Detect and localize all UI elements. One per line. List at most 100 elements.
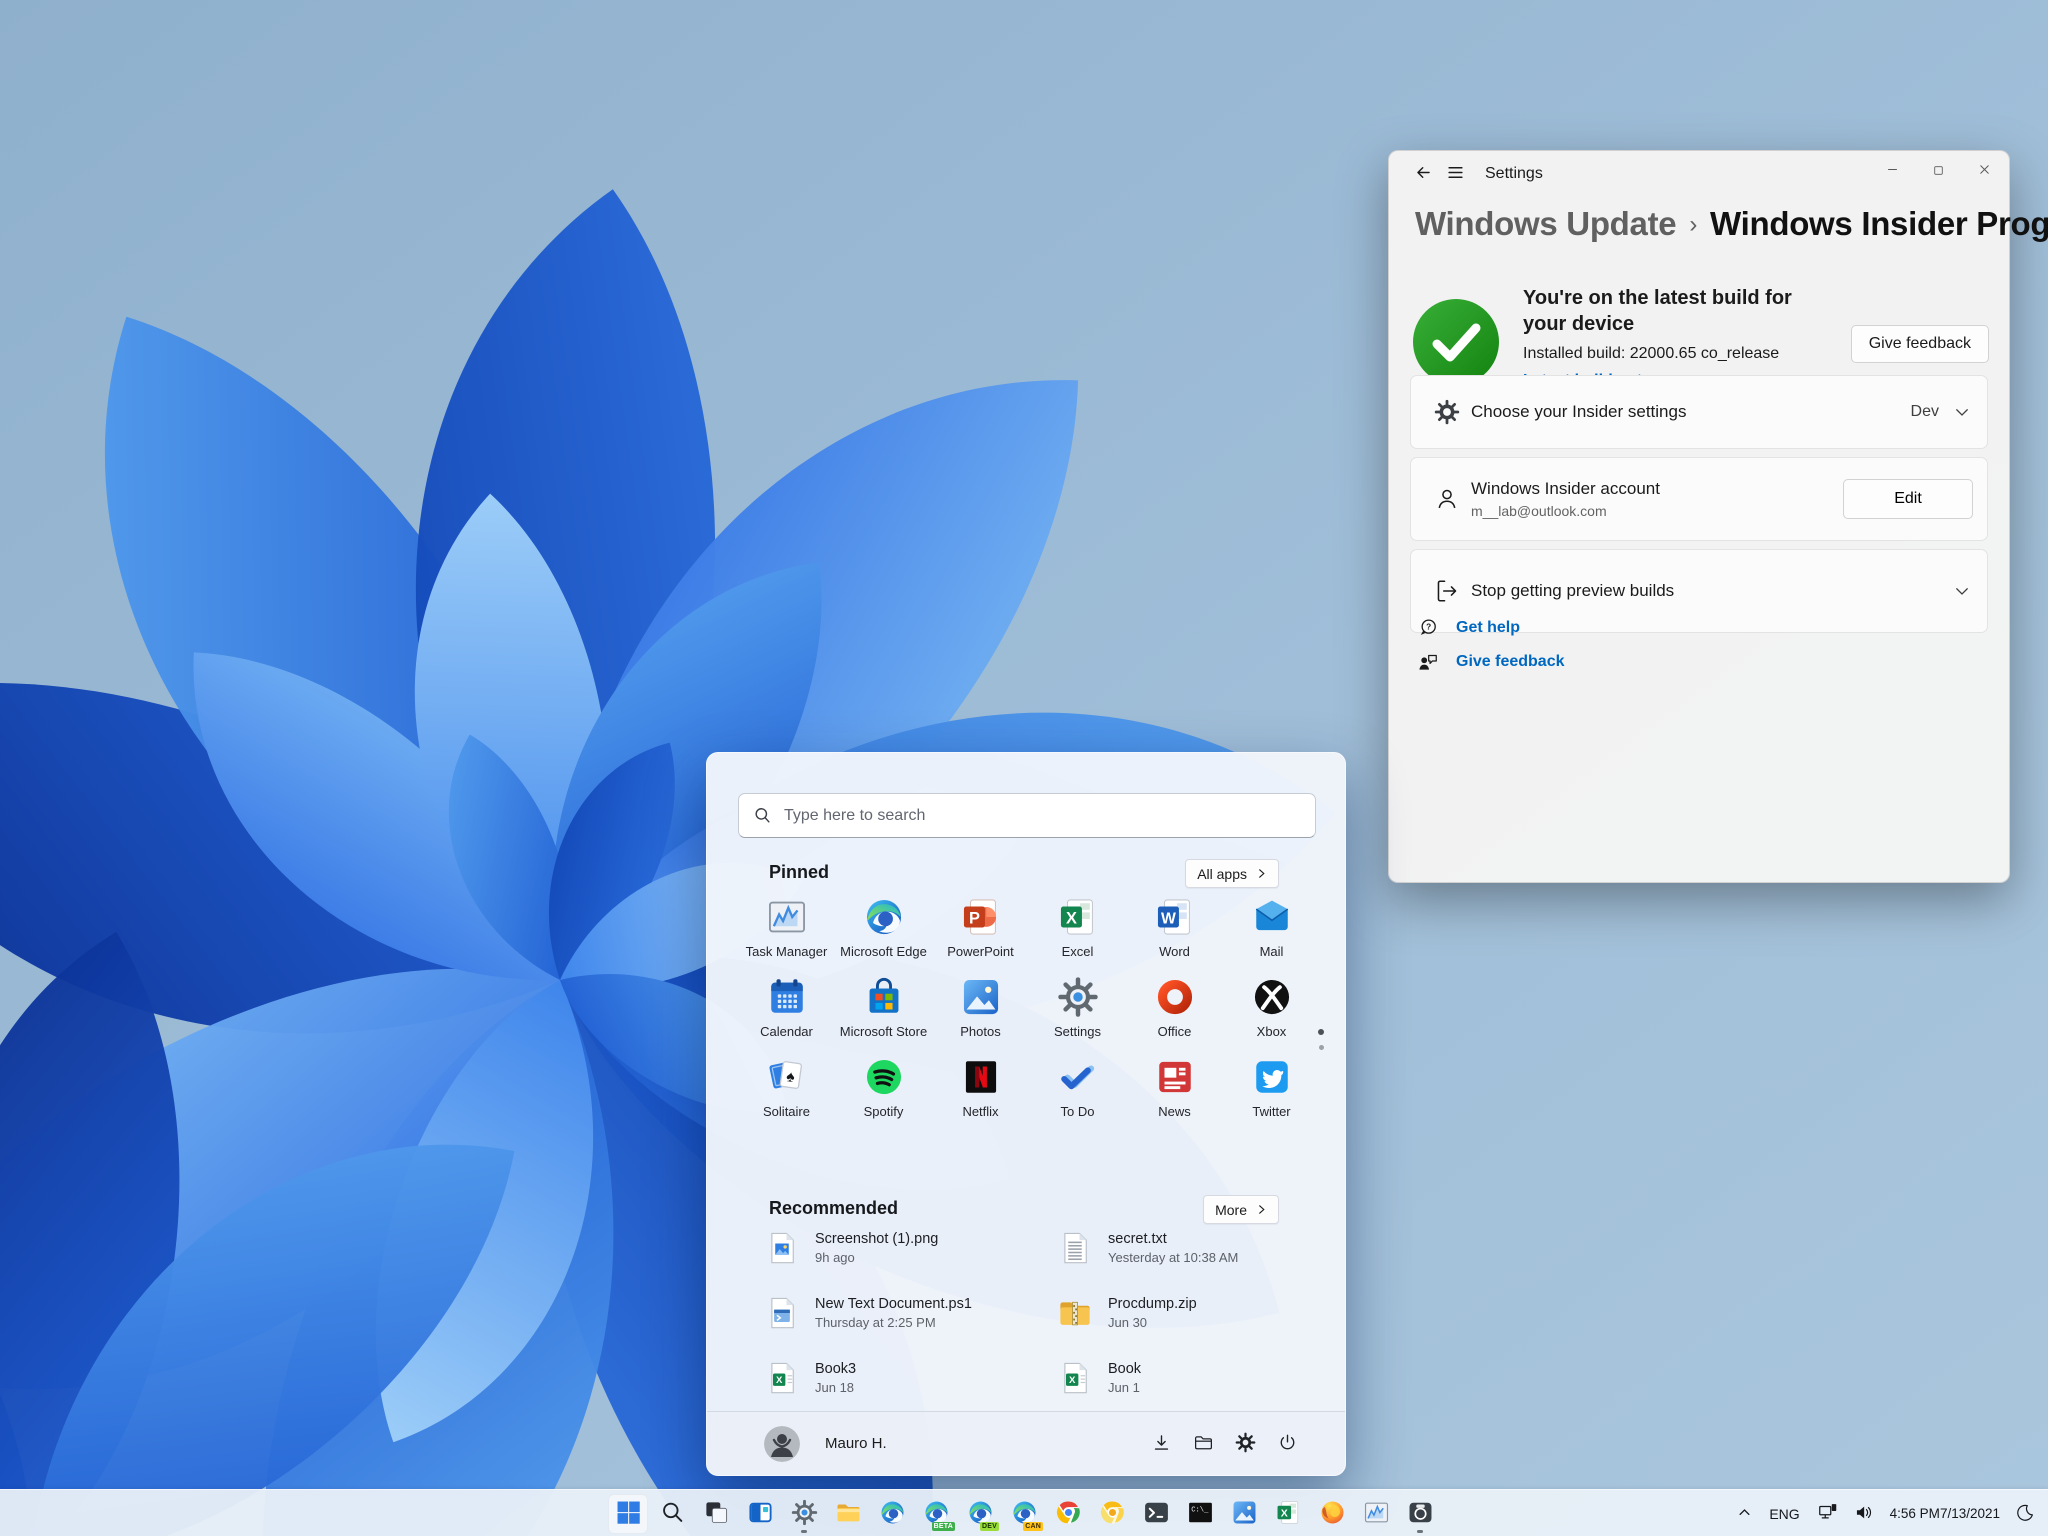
- close-button[interactable]: [1961, 153, 2007, 191]
- pinned-app-news[interactable]: News: [1126, 1053, 1223, 1133]
- minimize-icon: [1885, 162, 1900, 182]
- leave-icon: [1434, 578, 1460, 604]
- chevron-down-icon[interactable]: [1953, 582, 1971, 600]
- taskbar-edge-canary-button[interactable]: CAN: [1004, 1494, 1044, 1534]
- taskbar-terminal-button[interactable]: [1136, 1494, 1176, 1534]
- window-controls: [1869, 153, 2007, 191]
- insider-account-email: m__lab@outlook.com: [1471, 503, 1607, 519]
- task-manager-icon: [1363, 1499, 1390, 1529]
- taskbar-file-explorer-button[interactable]: [828, 1494, 868, 1534]
- focus-assist-button[interactable]: [2009, 1494, 2042, 1534]
- network-tray-button[interactable]: [1810, 1494, 1846, 1534]
- taskbar-task-manager-button[interactable]: [1356, 1494, 1396, 1534]
- taskbar-photos-button[interactable]: [1224, 1494, 1264, 1534]
- folder-button[interactable]: [1186, 1427, 1220, 1461]
- pinned-apps-grid: Task Manager Microsoft Edge P PowerPoint X Ex…: [738, 893, 1320, 1133]
- svg-text:P: P: [968, 910, 979, 928]
- pinned-app-photos[interactable]: Photos: [932, 973, 1029, 1053]
- build-status-title: You're on the latest build for your devi…: [1523, 287, 1792, 335]
- card-windows-insider-account[interactable]: Windows Insider account m__lab@outlook.c…: [1410, 457, 1988, 541]
- edge-dev-badge: DEV: [980, 1521, 999, 1531]
- download-icon: [1151, 1432, 1172, 1456]
- pinned-page-dots[interactable]: [1318, 1029, 1324, 1050]
- pinned-app-mail[interactable]: Mail: [1223, 893, 1320, 973]
- all-apps-button[interactable]: All apps: [1185, 859, 1279, 888]
- svg-text:X: X: [1069, 1375, 1076, 1386]
- taskbar-chrome-button[interactable]: [1048, 1494, 1088, 1534]
- taskbar-chrome-canary-button[interactable]: [1092, 1494, 1132, 1534]
- back-button[interactable]: [1407, 158, 1439, 190]
- hamburger-menu-button[interactable]: [1439, 158, 1471, 190]
- give-feedback-button[interactable]: Give feedback: [1850, 325, 1989, 363]
- pinned-app-powerpoint[interactable]: P PowerPoint: [932, 893, 1029, 973]
- recommended-item-subtitle: Jun 1: [1108, 1379, 1140, 1395]
- give-feedback-link[interactable]: Give feedback: [1417, 645, 1565, 679]
- taskbar-search-button[interactable]: [652, 1494, 692, 1534]
- running-indicator: [801, 1529, 807, 1533]
- recommended-item-title: New Text Document.ps1: [815, 1295, 972, 1312]
- pinned-app-xbox[interactable]: Xbox: [1223, 973, 1320, 1053]
- pinned-app-calendar[interactable]: Calendar: [738, 973, 835, 1053]
- clock[interactable]: 4:56 PM 7/13/2021: [1881, 1494, 2009, 1534]
- minimize-button[interactable]: [1869, 153, 1915, 191]
- card-choose-insider-settings[interactable]: Choose your Insider settings Dev: [1410, 375, 1988, 449]
- user-name[interactable]: Mauro H.: [825, 1435, 887, 1452]
- search-input[interactable]: [784, 806, 1301, 825]
- pinned-app-store[interactable]: Microsoft Store: [835, 973, 932, 1053]
- taskbar-start-button[interactable]: [608, 1493, 648, 1534]
- recommended-item-3[interactable]: Procdump.zip Jun 30: [1057, 1280, 1350, 1345]
- breadcrumb-parent[interactable]: Windows Update: [1415, 205, 1677, 242]
- recommended-item-1[interactable]: secret.txt Yesterday at 10:38 AM: [1057, 1215, 1350, 1280]
- tray-overflow-button[interactable]: [1730, 1494, 1759, 1534]
- recommended-item-0[interactable]: Screenshot (1).png 9h ago: [764, 1215, 1057, 1280]
- twitter-icon: [1251, 1056, 1293, 1098]
- pinned-app-excel[interactable]: X Excel: [1029, 893, 1126, 973]
- pinned-app-edge[interactable]: Microsoft Edge: [835, 893, 932, 973]
- firefox-icon: [1319, 1499, 1346, 1529]
- maximize-button[interactable]: [1915, 153, 1961, 191]
- pinned-app-spotify[interactable]: Spotify: [835, 1053, 932, 1133]
- recommended-item-5[interactable]: X Book Jun 1: [1057, 1345, 1350, 1410]
- get-help-link[interactable]: ? Get help: [1417, 611, 1565, 645]
- gear-footer-button[interactable]: [1228, 1427, 1262, 1461]
- pinned-app-solitaire[interactable]: ♠ Solitaire: [738, 1053, 835, 1133]
- taskbar-firefox-button[interactable]: [1312, 1494, 1352, 1534]
- volume-tray-button[interactable]: [1846, 1494, 1881, 1534]
- recommended-item-4[interactable]: X Book3 Jun 18: [764, 1345, 1057, 1410]
- pinned-app-label: Microsoft Store: [839, 1024, 928, 1039]
- pinned-app-word[interactable]: W Word: [1126, 893, 1223, 973]
- card-title: Stop getting preview builds: [1471, 581, 1675, 600]
- power-button[interactable]: [1270, 1427, 1304, 1461]
- page-dot[interactable]: [1318, 1045, 1324, 1050]
- pinned-app-netflix[interactable]: Netflix: [932, 1053, 1029, 1133]
- taskbar-edge-dev-button[interactable]: DEV: [960, 1494, 1000, 1534]
- search-icon: [659, 1499, 686, 1529]
- download-button[interactable]: [1144, 1427, 1178, 1461]
- card-title: Windows Insider account: [1471, 479, 1660, 498]
- pinned-app-settings[interactable]: Settings: [1029, 973, 1126, 1053]
- user-avatar[interactable]: [764, 1425, 800, 1462]
- taskbar-edge-button[interactable]: [872, 1494, 912, 1534]
- word-icon: W: [1154, 896, 1196, 938]
- edit-account-button[interactable]: Edit: [1843, 479, 1973, 519]
- powerpoint-icon: P: [960, 896, 1002, 938]
- pinned-app-office[interactable]: Office: [1126, 973, 1223, 1053]
- chrome-icon: [1055, 1499, 1082, 1529]
- taskbar-settings-button[interactable]: [784, 1494, 824, 1534]
- start-search-box[interactable]: [738, 793, 1316, 838]
- taskbar-cmd-button[interactable]: C:\_: [1180, 1494, 1220, 1534]
- taskbar-excel-button[interactable]: X: [1268, 1494, 1308, 1534]
- recommended-item-2[interactable]: New Text Document.ps1 Thursday at 2:25 PM: [764, 1280, 1057, 1345]
- pinned-app-task-manager[interactable]: Task Manager: [738, 893, 835, 973]
- taskbar-widgets-button[interactable]: [740, 1494, 780, 1534]
- pinned-app-twitter[interactable]: Twitter: [1223, 1053, 1320, 1133]
- taskbar-screenshot-tool-button[interactable]: [1400, 1494, 1440, 1534]
- page-dot-active[interactable]: [1318, 1029, 1324, 1035]
- language-indicator[interactable]: ENG: [1759, 1494, 1809, 1534]
- taskbar-edge-beta-button[interactable]: BETA: [916, 1494, 956, 1534]
- volume-icon: [1853, 1502, 1874, 1526]
- chevron-down-icon[interactable]: [1953, 403, 1971, 421]
- image-file-icon: [764, 1230, 800, 1266]
- pinned-app-todo[interactable]: To Do: [1029, 1053, 1126, 1133]
- taskbar-task-view-button[interactable]: [696, 1494, 736, 1534]
